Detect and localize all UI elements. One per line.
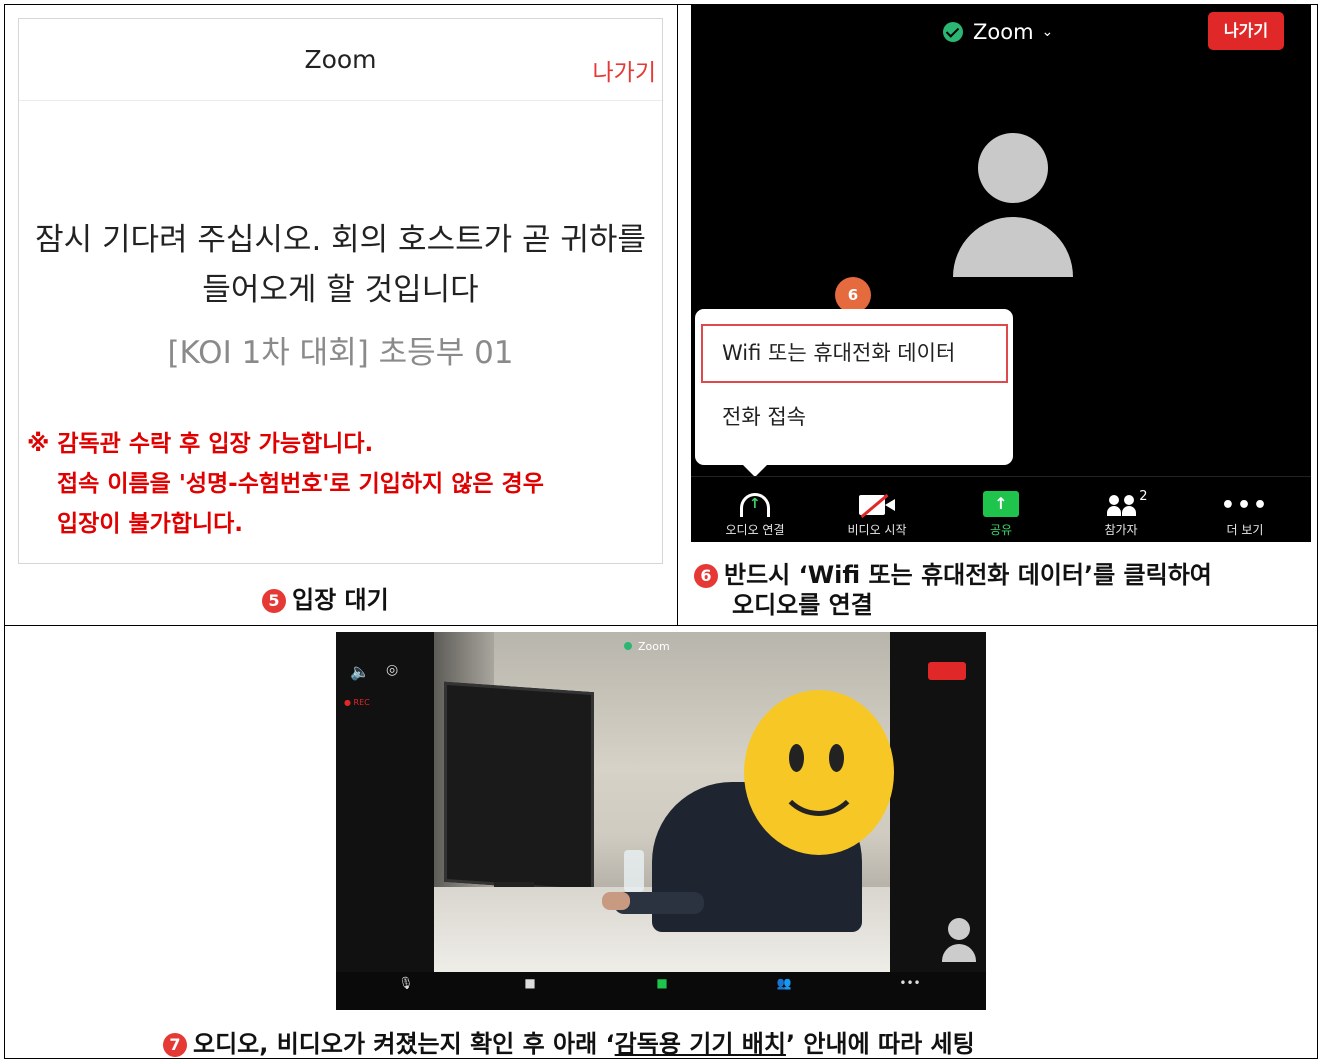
border-middle-vertical xyxy=(677,4,678,625)
wait-message-line: 들어오게 할 것입니다 xyxy=(202,272,479,308)
avatar xyxy=(978,133,1048,203)
avatar-body xyxy=(953,217,1073,277)
notice-text: ※ 감독관 수락 후 입장 가능합니다. 접속 이름을 '성명-수험번호'로 기… xyxy=(27,424,544,544)
video-off-icon xyxy=(859,493,895,519)
camera-switch-icon[interactable]: ◎ xyxy=(386,662,398,678)
camera-feed xyxy=(434,632,894,972)
shield-icon xyxy=(943,22,963,42)
share-button[interactable]: ↑ 공유 xyxy=(939,477,1063,538)
toolbar-label: 더 보기 xyxy=(1226,523,1264,537)
more-icon[interactable]: ••• xyxy=(890,976,930,990)
self-thumbnail xyxy=(940,916,978,968)
headphone-icon xyxy=(740,493,770,517)
mic-icon[interactable]: 🎙 xyxy=(386,976,426,990)
meeting-title-text: Zoom xyxy=(973,20,1034,44)
app-title: Zoom xyxy=(304,45,377,74)
share-icon: ↑ xyxy=(983,491,1019,517)
toolbar-label: 공유 xyxy=(989,523,1013,537)
meeting-title: Zoom xyxy=(624,640,670,653)
chevron-down-icon: ⌄ xyxy=(1041,24,1054,40)
zoom-meeting-screen: Zoom ⌄ 나가기 6 Wifi 또는 휴대전화 데이터 전화 접속 오디오 … xyxy=(691,5,1311,542)
notice-line: ※ 감독관 수락 후 입장 가능합니다. xyxy=(27,431,374,457)
step-number-icon: 7 xyxy=(163,1033,187,1057)
people-icon: 2 xyxy=(1106,489,1148,517)
meeting-name: [KOI 1차 대회] 초등부 01 xyxy=(167,335,514,371)
step-number-icon: 6 xyxy=(694,564,718,588)
wait-message-line: 잠시 기다려 주십시오. 회의 호스트가 곧 귀하를 xyxy=(35,222,646,258)
photo-top-bar: Zoom xyxy=(434,632,890,662)
toolbar-label: 비디오 시작 xyxy=(847,523,907,537)
meeting-toolbar: 오디오 연결 비디오 시작 ↑ 공유 2 참가자 ••• 더 보기 xyxy=(691,476,1311,542)
leave-button[interactable]: 나가기 xyxy=(1208,12,1284,50)
caption-text: 오디오를 연결 xyxy=(732,591,873,619)
share-icon[interactable]: ■ xyxy=(642,976,682,990)
leave-button[interactable]: 나가기 xyxy=(593,53,656,87)
start-video-button[interactable]: 비디오 시작 xyxy=(815,477,939,538)
caption-text: 입장 대기 xyxy=(292,586,389,614)
more-icon: ••• xyxy=(1220,493,1270,518)
participants-button[interactable]: 2 참가자 xyxy=(1059,477,1183,538)
audio-option-phone[interactable]: 전화 접속 xyxy=(722,401,806,431)
join-audio-button[interactable]: 오디오 연결 xyxy=(693,477,817,538)
smiley-icon xyxy=(744,690,894,855)
toolbar-label: 참가자 xyxy=(1104,523,1138,537)
caption-link-text: 감독용 기기 배치 xyxy=(614,1030,786,1058)
caption-text: ’ 안내에 따라 세팅 xyxy=(785,1030,975,1058)
audio-popup-menu: Wifi 또는 휴대전화 데이터 전화 접속 xyxy=(695,309,1013,477)
meeting-toolbar: 🎙 ■ ■ 👥 ••• xyxy=(336,972,986,1010)
meeting-top-bar: Zoom ⌄ 나가기 xyxy=(691,5,1311,57)
monitor-image xyxy=(444,681,594,893)
caption-step-7: 7 오디오, 비디오가 켜졌는지 확인 후 아래 ‘감독용 기기 배치’ 안내에 … xyxy=(163,1024,975,1059)
waiting-room-screen: Zoom 나가기 잠시 기다려 주십시오. 회의 호스트가 곧 귀하를 들어오게… xyxy=(18,18,663,564)
caption-step-5: 5 입장 대기 xyxy=(262,580,389,615)
step-number-icon: 5 xyxy=(262,589,286,613)
people-icon[interactable]: 👥 xyxy=(764,976,804,990)
photo-left-bar xyxy=(336,632,434,1010)
caption-step-6: 6 반드시 ‘Wifi 또는 휴대전화 데이터’를 클릭하여 오디오를 연결 xyxy=(694,560,1212,620)
participant-count: 2 xyxy=(1139,489,1148,504)
caption-text: 반드시 ‘Wifi 또는 휴대전화 데이터’를 클릭하여 xyxy=(724,561,1212,589)
more-button[interactable]: ••• 더 보기 xyxy=(1183,477,1307,538)
step-badge: 6 xyxy=(835,277,871,313)
caption-text: 오디오, 비디오가 켜졌는지 확인 후 아래 ‘ xyxy=(193,1030,615,1058)
waiting-room-header: Zoom 나가기 xyxy=(19,19,662,101)
meeting-title[interactable]: Zoom ⌄ xyxy=(943,20,1053,44)
notice-line: 접속 이름을 '성명-수험번호'로 기입하지 않은 경우 xyxy=(57,471,544,497)
notice-line: 입장이 불가합니다. xyxy=(57,511,244,537)
toolbar-label: 오디오 연결 xyxy=(725,523,785,537)
video-check-photo: Zoom 🔈 ◎ ● REC 🎙 ■ ■ 👥 ••• xyxy=(336,632,986,1010)
wait-message: 잠시 기다려 주십시오. 회의 호스트가 곧 귀하를 들어오게 할 것입니다 xyxy=(19,215,662,315)
video-icon[interactable]: ■ xyxy=(510,976,550,990)
recording-icon: ● REC xyxy=(344,698,370,707)
border-right xyxy=(1317,4,1318,1059)
audio-option-wifi[interactable]: Wifi 또는 휴대전화 데이터 xyxy=(701,324,1008,383)
border-middle-horizontal xyxy=(4,625,1318,626)
leave-button[interactable] xyxy=(928,662,966,680)
border-left xyxy=(4,4,5,1059)
speaker-icon[interactable]: 🔈 xyxy=(350,662,370,681)
